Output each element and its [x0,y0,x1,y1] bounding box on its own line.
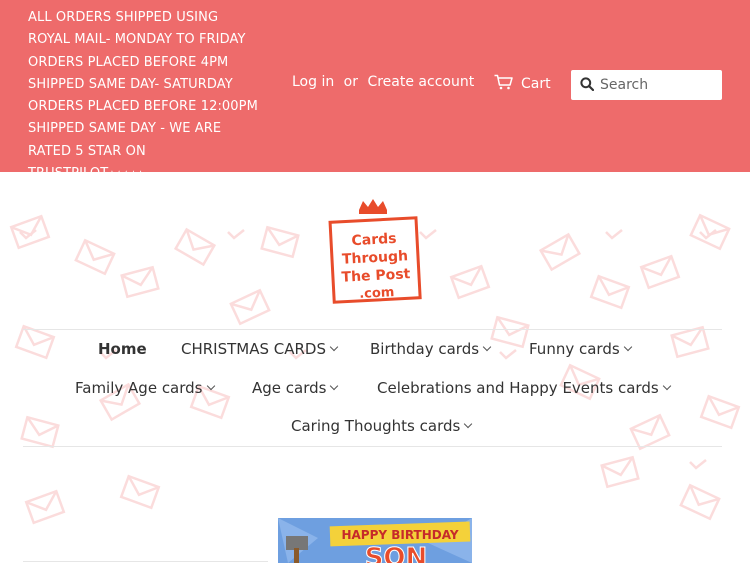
logo-graphic: Cards Through The Post .com [328,199,422,304]
nav-label: Home [98,340,147,358]
tick-decoration [689,459,707,470]
crown-icon [359,199,387,210]
nav-item-age-cards[interactable]: Age cards [252,379,339,397]
chevron-down-icon [330,381,339,391]
announcement-bar: ALL ORDERS SHIPPED USING ROYAL MAIL- MON… [0,0,750,181]
chevron-down-icon [206,381,215,391]
create-account-link[interactable]: Create account [367,74,474,90]
nav-label: CHRISTMAS CARDS [181,340,327,358]
section-divider [23,561,268,562]
logo-line-1: Cards [351,231,397,249]
cart-link[interactable]: Cart [494,74,551,94]
announcement-text: ALL ORDERS SHIPPED USING ROYAL MAIL- MON… [28,10,258,182]
envelope-icon [449,264,491,300]
product-image: HAPPY BIRTHDAY SON [278,518,472,563]
chevron-down-icon [662,381,671,391]
chevron-down-icon [329,342,339,352]
nav-item-birthday-cards[interactable]: Birthday cards [370,340,492,358]
envelope-icon [173,227,217,267]
hammer-icon [286,536,308,550]
nav-item-home[interactable]: Home [98,340,147,358]
nav-item-funny-cards[interactable]: Funny cards [529,340,632,358]
nav-label: Celebrations and Happy Events cards [377,379,659,397]
nav-label: Family Age cards [75,379,203,397]
nav-item-celebrations-cards[interactable]: Celebrations and Happy Events cards [377,379,671,397]
envelope-icon [639,254,681,290]
nav-label: Funny cards [529,340,620,358]
tick-decoration [227,229,245,240]
chevron-down-icon [482,342,492,352]
chevron-down-icon [623,342,632,352]
envelope-icon [24,489,66,525]
nav-label: Birthday cards [370,340,480,358]
chevron-down-icon [464,419,473,429]
nav-item-family-age-cards[interactable]: Family Age cards [75,379,215,397]
search-input[interactable] [600,77,710,93]
envelope-icon [260,225,300,259]
envelope-icon [538,232,582,272]
or-text: or [343,74,358,90]
nav-label: Age cards [252,379,327,397]
card-banner-text: HAPPY BIRTHDAY [341,528,458,542]
tick-decoration [605,229,623,240]
envelope-icon [9,214,51,250]
account-links: Log in or Create account [292,74,474,90]
logo-line-4: .com [359,285,395,302]
site-logo[interactable]: Cards Through The Post .com [327,198,423,308]
envelope-icon [74,238,116,276]
login-link[interactable]: Log in [292,74,334,90]
cart-icon [494,74,513,94]
nav-item-caring-thoughts-cards[interactable]: Caring Thoughts cards [291,417,473,435]
envelope-icon [589,274,631,310]
nav-label: Caring Thoughts cards [291,417,461,435]
envelope-icon [600,455,640,489]
envelope-icon [689,213,731,251]
product-thumbnail[interactable]: HAPPY BIRTHDAY SON [278,518,472,563]
nav-item-christmas-cards[interactable]: CHRISTMAS CARDS [181,340,339,358]
envelope-icon [120,265,160,299]
cart-label: Cart [521,76,551,92]
envelope-icon [119,474,161,510]
main-nav: Home CHRISTMAS CARDS Birthday cards Funn… [23,329,722,447]
search-icon[interactable] [571,76,595,95]
envelope-icon [679,483,721,521]
card-big-text: SON [365,543,428,563]
search-box[interactable] [571,70,722,100]
envelope-icon [229,288,271,326]
